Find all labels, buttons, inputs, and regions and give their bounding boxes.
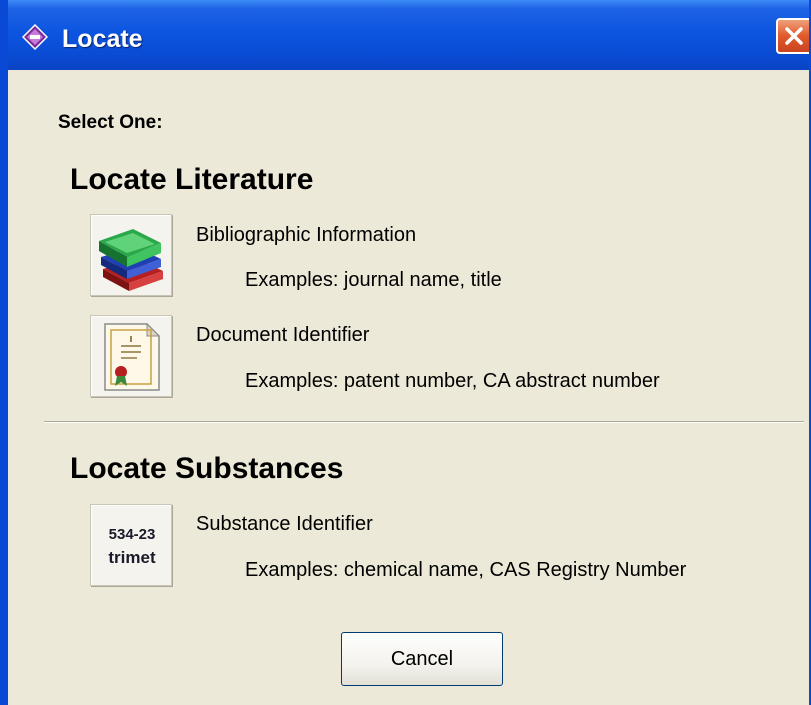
close-icon (785, 27, 803, 45)
document-identifier-button[interactable] (90, 315, 172, 397)
section-divider (44, 421, 804, 423)
document-identifier-label[interactable]: Document Identifier (196, 324, 369, 347)
cancel-button[interactable]: Cancel (341, 632, 503, 686)
substance-identifier-label[interactable]: Substance Identifier (196, 513, 373, 536)
locate-substances-heading: Locate Substances (70, 452, 344, 485)
substance-id-icon: 534-23 trimet (108, 526, 156, 567)
locate-dialog: Locate Select One: Locate Literature Bib… (0, 0, 811, 705)
substance-identifier-button[interactable]: 534-23 trimet (90, 504, 172, 586)
substance-icon-line-2: trimet (108, 548, 156, 567)
books-icon (99, 229, 163, 291)
bibliographic-information-button[interactable] (90, 214, 172, 296)
substance-identifier-example: Examples: chemical name, CAS Registry Nu… (245, 559, 687, 581)
locate-literature-heading: Locate Literature (70, 163, 314, 196)
cas-diamond-icon (21, 23, 49, 51)
close-button[interactable] (776, 18, 809, 54)
document-identifier-example: Examples: patent number, CA abstract num… (245, 370, 660, 392)
substance-icon-line-1: 534-23 (109, 526, 156, 543)
certificate-document-icon (104, 322, 161, 391)
bibliographic-information-example: Examples: journal name, title (245, 269, 502, 291)
bibliographic-information-label[interactable]: Bibliographic Information (196, 224, 416, 247)
select-one-prompt: Select One: (58, 112, 163, 133)
title-bar[interactable]: Locate (8, 0, 809, 70)
window-title: Locate (62, 25, 143, 53)
